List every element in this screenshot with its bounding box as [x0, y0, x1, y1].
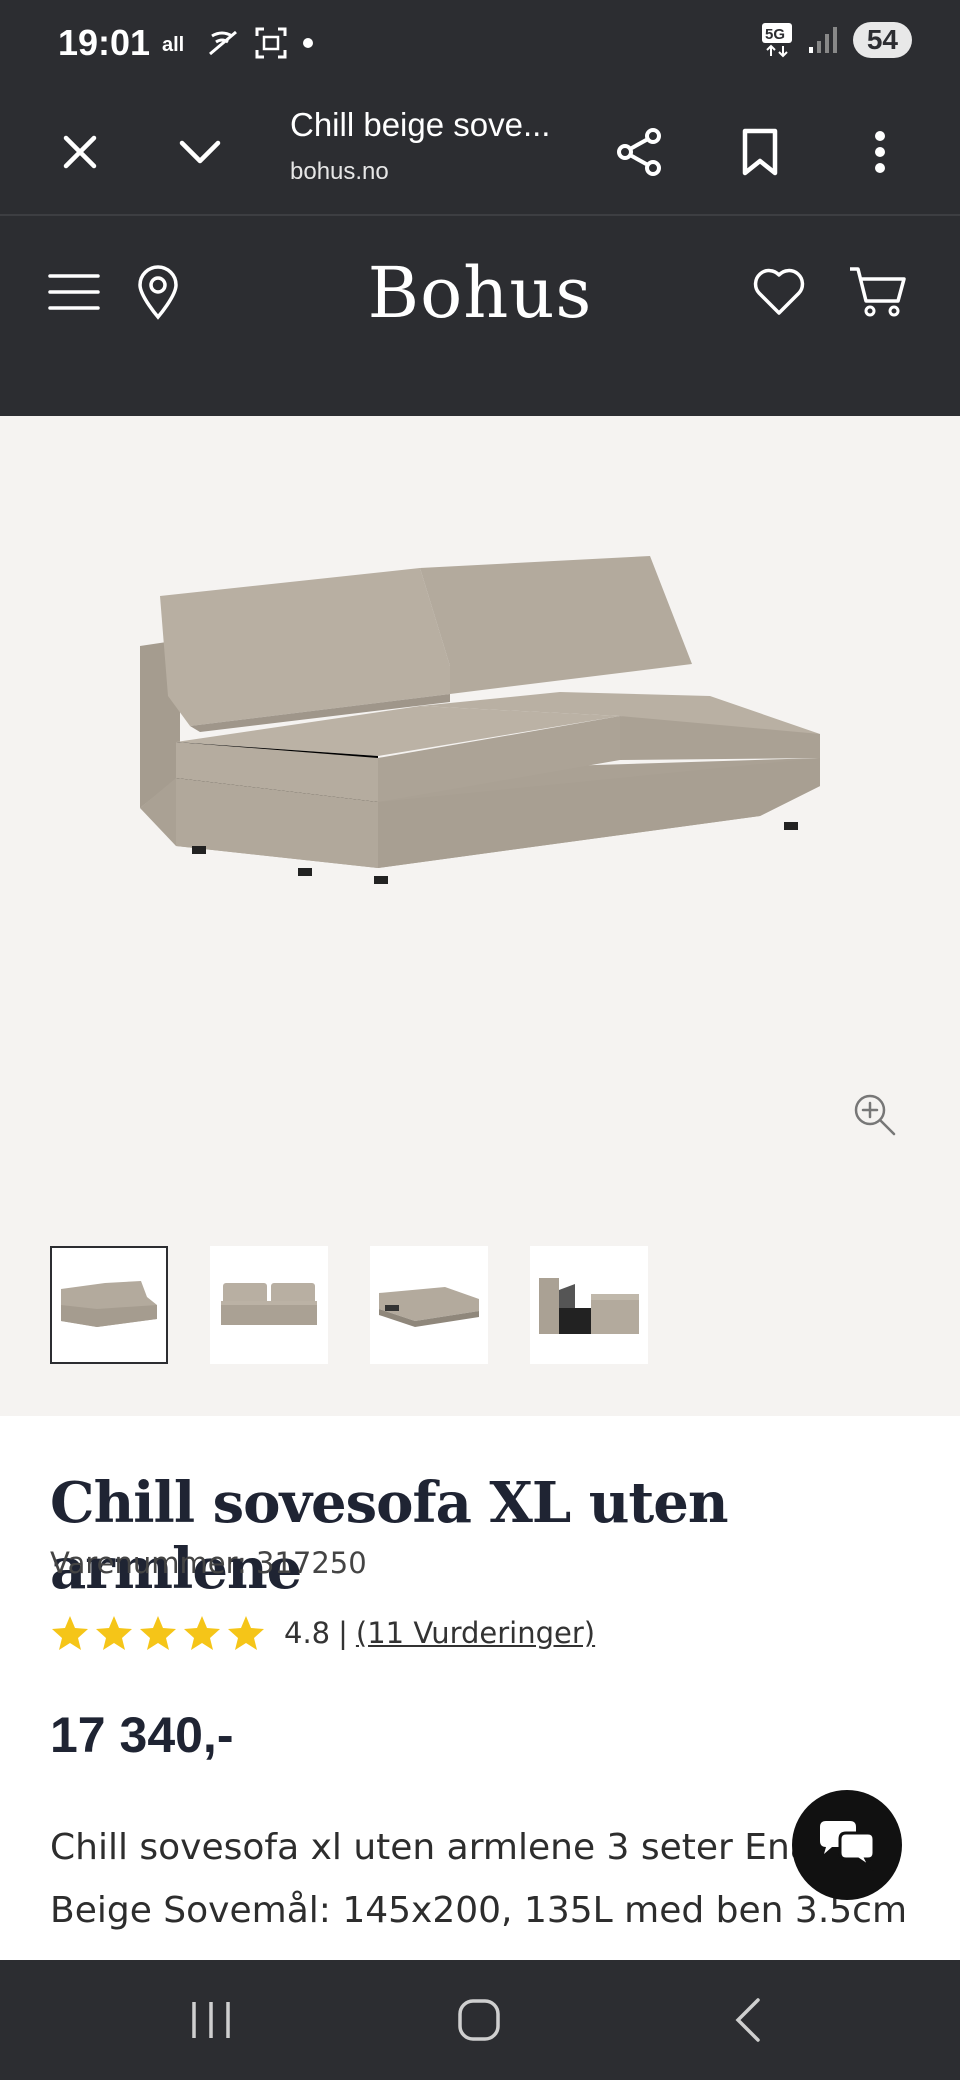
heart-icon: [753, 268, 805, 315]
back-icon: [735, 1998, 760, 2042]
star-icon: [96, 1616, 132, 1650]
bookmark-button[interactable]: [730, 122, 790, 182]
product-gallery: [0, 416, 960, 1416]
signal-activity-icon: all: [162, 34, 184, 55]
reviews-link[interactable]: (11 Vurderinger): [356, 1616, 595, 1650]
network-5g-icon: 5G: [761, 23, 792, 58]
product-description: Chill sovesofa xl uten armlene 3 seter E…: [50, 1816, 910, 1942]
more-options-button[interactable]: [850, 122, 910, 182]
chat-button[interactable]: [792, 1790, 902, 1900]
share-icon: [617, 128, 661, 176]
site-logo[interactable]: Bohus: [0, 252, 960, 334]
browser-toolbar: Chill beige sove... bohus.no: [0, 88, 960, 216]
status-icons-left: all: [162, 26, 314, 60]
minimize-button[interactable]: [170, 122, 230, 182]
star-icon: [140, 1616, 176, 1650]
product-title: Chill sovesofa XL uten armlene: [50, 1470, 729, 1602]
chevron-down-icon: [179, 140, 221, 164]
status-time: 19:01: [58, 22, 151, 63]
thumbnail-4[interactable]: [530, 1246, 648, 1364]
product-price: 17 340,-: [50, 1707, 234, 1763]
zoom-button[interactable]: [852, 1092, 898, 1142]
bookmark-icon: [742, 128, 778, 176]
site-header: Bohus: [0, 216, 960, 416]
home-icon: [458, 1999, 500, 2041]
thumbnail-1[interactable]: [50, 1246, 168, 1364]
recent-apps-button[interactable]: [181, 1990, 241, 2050]
zoom-in-icon: [854, 1094, 896, 1136]
status-bar: 19:01 all 5G 54: [0, 0, 960, 88]
more-vertical-icon: [875, 131, 885, 173]
wishlist-button[interactable]: [749, 262, 809, 322]
thumbnail-sofa-bed-open-image: [379, 1287, 479, 1327]
share-button[interactable]: [610, 122, 670, 182]
system-nav-bar: [0, 1960, 960, 2080]
status-icons-right: 5G 54: [761, 22, 912, 58]
no-mobile-data-icon: [209, 30, 237, 56]
product-sku: Varenummer: 317250: [50, 1546, 367, 1580]
svg-text:all: all: [162, 34, 184, 55]
shopping-cart-icon: [850, 267, 906, 317]
description-line-2: Beige Sovemål: 145x200, 135L med ben 3.5…: [50, 1890, 908, 1931]
chat-icon: [820, 1821, 876, 1871]
rating-value: 4.8: [284, 1616, 331, 1650]
star-icon: [52, 1616, 88, 1650]
thumbnail-sofa-front-image: [221, 1283, 317, 1325]
star-icon: [184, 1616, 220, 1650]
thumbnail-sofa-storage-open-image: [539, 1278, 639, 1334]
product-main-image[interactable]: [120, 546, 840, 946]
cart-button[interactable]: [848, 262, 908, 322]
thumbnail-sofa-angled-image: [61, 1281, 157, 1327]
recent-apps-icon: [192, 2002, 230, 2038]
battery-indicator: 54: [852, 22, 912, 58]
thumbnail-2[interactable]: [210, 1246, 328, 1364]
svg-text:5G: 5G: [765, 26, 785, 43]
thumbnail-strip: [50, 1246, 648, 1364]
home-button[interactable]: [449, 1990, 509, 2050]
star-icon: [228, 1616, 264, 1650]
rating-stars: [50, 1614, 266, 1652]
back-button[interactable]: [717, 1990, 777, 2050]
cell-signal-icon: [808, 27, 837, 53]
rating-separator: |: [338, 1616, 348, 1650]
page-title[interactable]: Chill beige sove...: [290, 106, 550, 144]
thumbnail-3[interactable]: [370, 1246, 488, 1364]
screenshot-icon: [255, 27, 287, 59]
page-url[interactable]: bohus.no: [290, 158, 389, 186]
description-line-1: Chill sovesofa xl uten armlene 3 seter E…: [50, 1827, 812, 1868]
dot-icon: [303, 38, 313, 48]
rating-row: 4.8 | (11 Vurderinger): [50, 1614, 595, 1652]
close-icon: [63, 135, 97, 169]
close-tab-button[interactable]: [50, 122, 110, 182]
